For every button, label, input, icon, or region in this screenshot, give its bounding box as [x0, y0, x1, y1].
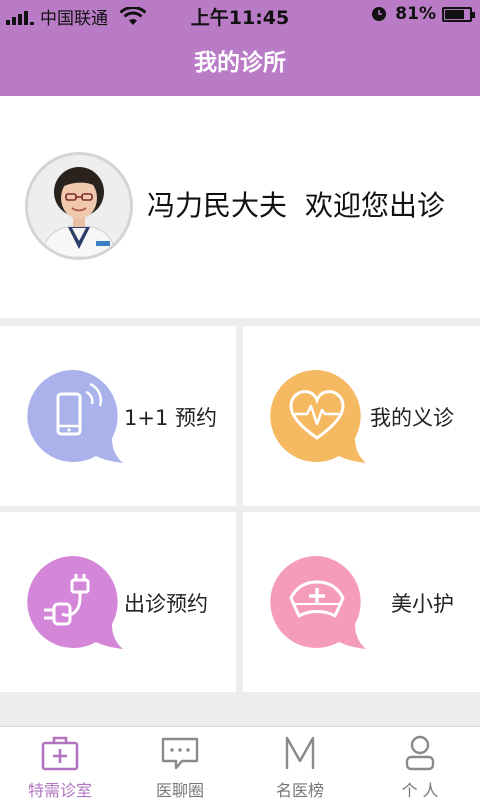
battery-percent: 81% [395, 4, 436, 24]
tab-label: 个 人 [401, 781, 439, 800]
heart-pulse-icon [270, 369, 366, 463]
status-right: 81% [371, 4, 475, 24]
service-label: 1+1 预约 [124, 406, 217, 430]
m-letter-icon [285, 736, 315, 769]
greeting: 冯力民大夫 欢迎您出诊 [147, 184, 445, 224]
avatar[interactable] [25, 152, 133, 260]
nurse-cap-icon [270, 555, 366, 649]
stethoscope-plug-icon [27, 555, 124, 649]
doctor-portrait-icon [28, 155, 130, 257]
service-card-appointment[interactable]: 1+1 预约 [0, 326, 236, 506]
service-label: 我的义诊 [370, 406, 454, 430]
tab-special-clinic[interactable]: 特需诊室 [0, 727, 120, 800]
service-label: 出诊预约 [124, 592, 208, 616]
chat-bubble-icon [161, 737, 199, 770]
header: 我的诊所 [0, 30, 480, 96]
medical-kit-icon [41, 736, 79, 771]
service-card-nurse[interactable]: 美小护 [243, 512, 480, 692]
tab-profile[interactable]: 个 人 [360, 727, 480, 800]
service-card-free-clinic[interactable]: 我的义诊 [243, 326, 480, 506]
tab-top-doctors[interactable]: 名医榜 [240, 727, 360, 800]
doctor-name: 冯力民大夫 [147, 189, 288, 222]
tab-doctor-chat[interactable]: 医聊圈 [120, 727, 240, 800]
battery-icon [442, 6, 475, 22]
tab-label: 医聊圈 [155, 781, 204, 800]
tab-label: 特需诊室 [27, 781, 92, 800]
battery-fill [445, 9, 465, 19]
service-card-visit-booking[interactable]: 出诊预约 [0, 512, 236, 692]
person-icon [405, 735, 435, 771]
tab-label: 名医榜 [275, 781, 324, 800]
service-label: 美小护 [391, 592, 454, 616]
welcome-text: 欢迎您出诊 [305, 189, 446, 222]
page-title: 我的诊所 [194, 50, 286, 76]
tab-bar: 特需诊室 医聊圈 名医榜 个 人 [0, 726, 480, 800]
alarm-clock-icon [372, 7, 387, 21]
doctor-profile: 冯力民大夫 欢迎您出诊 [0, 96, 480, 318]
phone-icon [27, 369, 124, 463]
status-bar: 中国联通 上午11:45 81% [0, 0, 480, 30]
